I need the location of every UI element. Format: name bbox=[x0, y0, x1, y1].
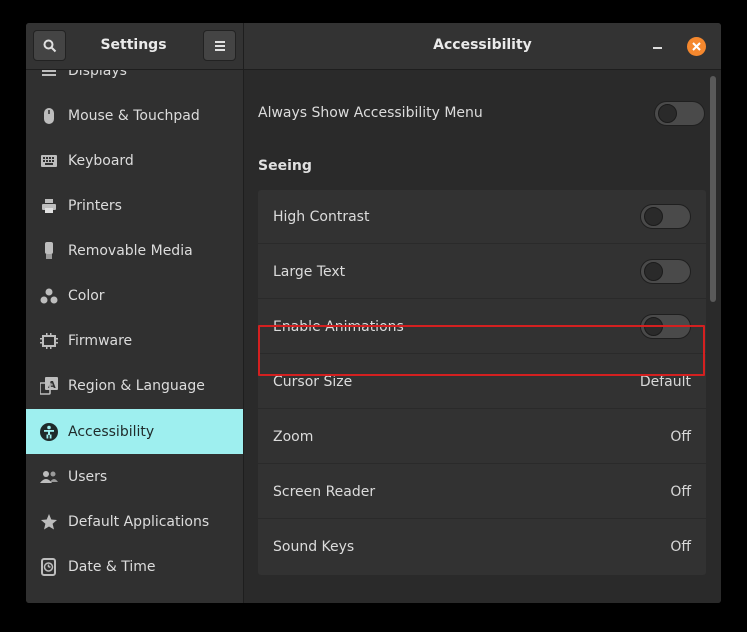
sidebar-item-label: Default Applications bbox=[68, 513, 210, 530]
star-icon bbox=[39, 512, 59, 532]
search-icon bbox=[43, 39, 56, 52]
sidebar-item-label: Region & Language bbox=[68, 377, 205, 394]
always-show-menu-label: Always Show Accessibility Menu bbox=[258, 105, 483, 121]
sidebar-item-label: Printers bbox=[68, 197, 122, 214]
screen-reader-label: Screen Reader bbox=[273, 483, 376, 500]
large-text-label: Large Text bbox=[273, 263, 346, 280]
large-text-toggle[interactable] bbox=[640, 259, 691, 284]
sidebar-item-date-time[interactable]: Date & Time bbox=[26, 544, 243, 589]
users-icon bbox=[39, 467, 59, 487]
sidebar-item-label: Removable Media bbox=[68, 242, 193, 259]
display-icon bbox=[39, 70, 59, 81]
sidebar-item-accessibility[interactable]: Accessibility bbox=[26, 409, 243, 454]
sidebar-title: Settings bbox=[100, 37, 167, 53]
sidebar-item-label: Keyboard bbox=[68, 152, 134, 169]
screen-reader-value: Off bbox=[670, 483, 691, 500]
sidebar-item-label: Date & Time bbox=[68, 558, 156, 575]
menu-icon bbox=[214, 40, 225, 51]
always-show-menu-row: Always Show Accessibility Menu bbox=[258, 93, 705, 133]
sound-keys-label: Sound Keys bbox=[273, 539, 355, 555]
clock-icon bbox=[39, 557, 59, 577]
accessibility-icon bbox=[39, 422, 59, 442]
menu-button[interactable] bbox=[203, 30, 236, 61]
color-icon bbox=[39, 286, 59, 306]
enable-animations-toggle[interactable] bbox=[640, 314, 691, 339]
sidebar-item-users[interactable]: Users bbox=[26, 454, 243, 499]
sidebar-item-label: Mouse & Touchpad bbox=[68, 107, 200, 124]
sidebar-item-label: Accessibility bbox=[68, 423, 155, 440]
minimize-button[interactable] bbox=[646, 33, 668, 55]
content-pane: Always Show Accessibility Menu Seeing Hi… bbox=[244, 70, 721, 603]
seeing-card: High Contrast Large Text Enable Animatio… bbox=[258, 190, 706, 575]
cursor-size-label: Cursor Size bbox=[273, 373, 353, 390]
cursor-size-row[interactable]: Cursor Size Default bbox=[258, 355, 706, 409]
search-button[interactable] bbox=[33, 30, 66, 61]
seeing-section-title: Seeing bbox=[258, 158, 312, 174]
sidebar: Displays Mouse & Touchpad Keyboard Print… bbox=[26, 70, 244, 603]
screen-reader-row[interactable]: Screen Reader Off bbox=[258, 465, 706, 519]
enable-animations-row: Enable Animations bbox=[258, 300, 706, 354]
sidebar-item-keyboard[interactable]: Keyboard bbox=[26, 138, 243, 183]
content-scrollbar[interactable] bbox=[710, 76, 716, 302]
high-contrast-row: High Contrast bbox=[258, 190, 706, 244]
high-contrast-label: High Contrast bbox=[273, 208, 370, 225]
sidebar-item-label: Displays bbox=[68, 70, 127, 79]
close-icon bbox=[692, 42, 701, 51]
sound-keys-row[interactable]: Sound Keys Off bbox=[258, 520, 706, 574]
cursor-size-value: Default bbox=[639, 373, 691, 390]
sidebar-item-label: Color bbox=[68, 287, 105, 304]
sound-keys-value: Off bbox=[670, 539, 691, 555]
zoom-label: Zoom bbox=[273, 428, 314, 445]
printer-icon bbox=[39, 196, 59, 216]
sidebar-item-region-language[interactable]: A Region & Language bbox=[26, 363, 243, 408]
sidebar-item-removable-media[interactable]: Removable Media bbox=[26, 228, 243, 273]
zoom-row[interactable]: Zoom Off bbox=[258, 410, 706, 464]
large-text-row: Large Text bbox=[258, 245, 706, 299]
usb-drive-icon bbox=[39, 241, 59, 261]
sidebar-item-label: Users bbox=[68, 468, 108, 485]
content-header: Accessibility bbox=[244, 23, 721, 70]
sidebar-item-default-applications[interactable]: Default Applications bbox=[26, 499, 243, 544]
sidebar-item-color[interactable]: Color bbox=[26, 273, 243, 318]
high-contrast-toggle[interactable] bbox=[640, 204, 691, 229]
sidebar-item-mouse-touchpad[interactable]: Mouse & Touchpad bbox=[26, 93, 243, 138]
sidebar-item-printers[interactable]: Printers bbox=[26, 183, 243, 228]
sidebar-item-firmware[interactable]: Firmware bbox=[26, 318, 243, 363]
language-icon: A bbox=[39, 376, 59, 396]
sidebar-item-displays[interactable]: Displays bbox=[26, 70, 243, 93]
enable-animations-label: Enable Animations bbox=[273, 318, 404, 335]
zoom-value: Off bbox=[670, 428, 691, 445]
sidebar-item-label: Firmware bbox=[68, 332, 133, 349]
sidebar-header: Settings bbox=[26, 23, 244, 70]
settings-window: Settings Accessibility Displays Mouse & … bbox=[26, 23, 721, 603]
always-show-menu-toggle[interactable] bbox=[654, 100, 705, 126]
keyboard-icon bbox=[39, 151, 59, 171]
chip-icon bbox=[39, 331, 59, 351]
minimize-icon bbox=[652, 47, 662, 49]
close-button[interactable] bbox=[687, 37, 706, 56]
mouse-icon bbox=[39, 106, 59, 126]
